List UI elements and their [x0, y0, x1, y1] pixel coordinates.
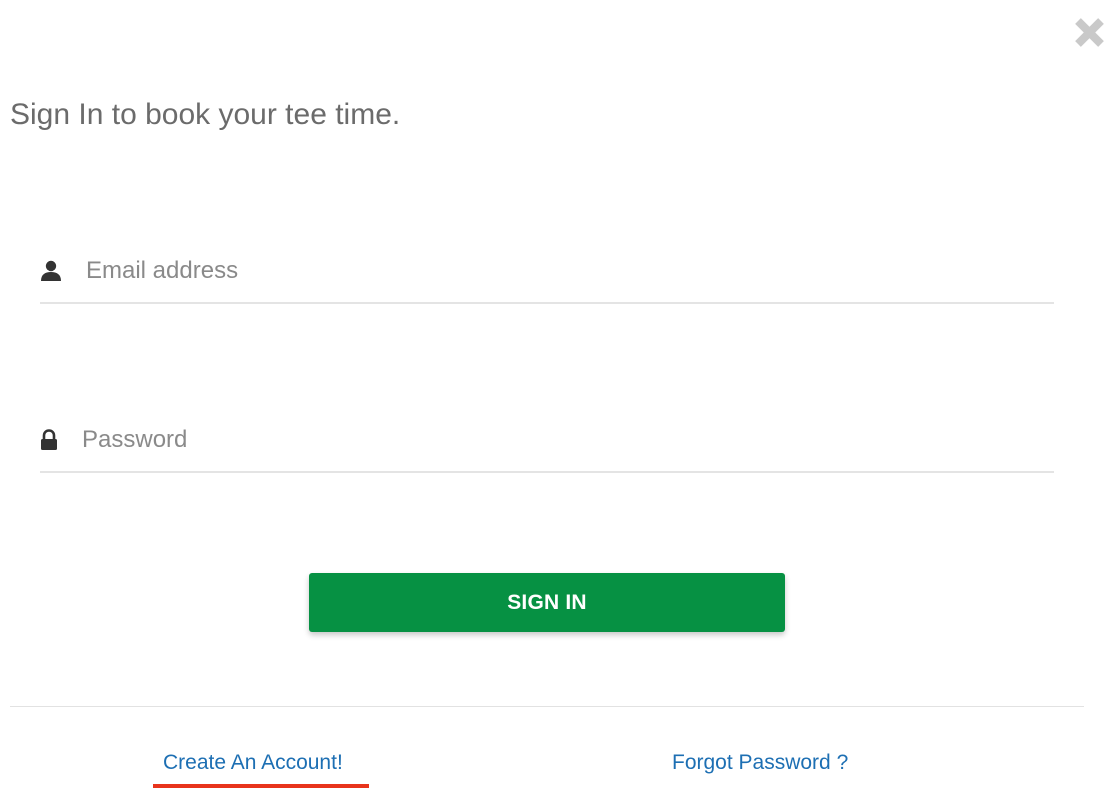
create-account-link[interactable]: Create An Account! — [163, 751, 343, 775]
forgot-password-link[interactable]: Forgot Password ? — [672, 751, 848, 775]
footer-divider — [10, 706, 1084, 707]
close-icon — [1075, 18, 1104, 47]
highlight-underline — [153, 784, 369, 788]
email-field-container — [40, 244, 1054, 304]
lock-icon — [40, 429, 58, 451]
close-button[interactable] — [1072, 14, 1107, 50]
password-input[interactable] — [82, 419, 1022, 461]
password-field-container — [40, 413, 1054, 473]
page-title: Sign In to book your tee time. — [10, 98, 401, 131]
sign-in-button[interactable]: SIGN IN — [309, 573, 785, 632]
user-icon — [40, 260, 62, 282]
email-input[interactable] — [86, 250, 1026, 292]
